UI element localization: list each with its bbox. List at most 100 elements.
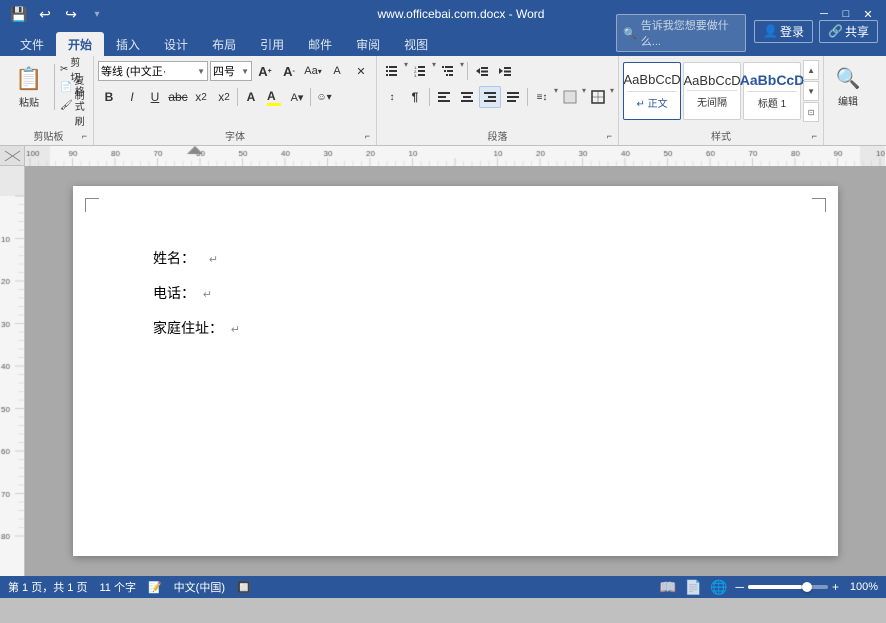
font-color-button[interactable]: A [240, 86, 262, 108]
style-normal[interactable]: AaBbCcD ↵ 正文 [623, 62, 681, 120]
line-spacing-dropdown-icon[interactable]: ▾ [554, 86, 558, 108]
superscript-button[interactable]: x2 [213, 86, 235, 108]
font-expand-icon[interactable]: ⌐ [365, 131, 370, 141]
login-button[interactable]: 👤 登录 [754, 20, 813, 43]
ruler-corner[interactable] [0, 146, 25, 166]
decrease-font-button[interactable]: A- [278, 60, 300, 82]
user-buttons: 👤 登录 🔗 共享 [754, 20, 878, 47]
styles-scroll-up-button[interactable]: ▲ [803, 60, 819, 80]
style-no-spacing[interactable]: AaBbCcD 无间隔 [683, 62, 741, 120]
strikethrough-button[interactable]: abc [167, 86, 189, 108]
document-scroll[interactable]: 姓名： ↵ 电话： ↵ 家庭住址： ↵ [25, 166, 886, 576]
field-phone[interactable]: 电话： ↵ [153, 281, 758, 306]
proofing-icon: 📝 [148, 581, 162, 594]
zoom-slider[interactable] [748, 585, 828, 589]
page-info[interactable]: 第 1 页，共 1 页 [8, 579, 87, 595]
decrease-indent-button[interactable] [471, 60, 493, 82]
tab-view[interactable]: 视图 [392, 32, 440, 56]
tab-layout[interactable]: 布局 [200, 32, 248, 56]
tab-review[interactable]: 审阅 [344, 32, 392, 56]
shading-button[interactable]: A▾ [286, 86, 308, 108]
numbering-button[interactable]: 1.2.3. [409, 60, 431, 82]
tab-home[interactable]: 开始 [56, 32, 104, 56]
zoom-minus-button[interactable]: ─ [735, 580, 744, 594]
tab-mailings[interactable]: 邮件 [296, 32, 344, 56]
style-h1-sep [747, 91, 797, 92]
style-normal-sep [627, 91, 677, 92]
change-case-button[interactable]: Aa▾ [302, 60, 324, 82]
tab-references[interactable]: 引用 [248, 32, 296, 56]
tab-insert[interactable]: 插入 [104, 32, 152, 56]
borders-dropdown-icon[interactable]: ▾ [610, 86, 614, 108]
clipboard-expand-icon[interactable]: ⌐ [82, 131, 87, 141]
web-layout-button[interactable]: 🌐 [710, 579, 727, 596]
clear-format-button[interactable]: ✕ [350, 60, 372, 82]
font-size-selector[interactable]: 四号 ▼ [210, 61, 252, 81]
paragraph-group-body: ▾ 1.2.3. ▾ ▾ [381, 60, 614, 126]
font-color-highlight[interactable]: A [326, 60, 348, 82]
language-info[interactable]: 中文(中国) [174, 579, 225, 595]
redo-icon[interactable]: ↪ [60, 3, 82, 25]
zoom-plus-button[interactable]: + [832, 580, 839, 594]
font-name-selector[interactable]: 等线 (中文正· ▼ [98, 61, 208, 81]
undo-icon[interactable]: ↩ [34, 3, 56, 25]
shading-para-button[interactable] [559, 86, 581, 108]
borders-button[interactable] [587, 86, 609, 108]
styles-expand-button[interactable]: ⊡ [803, 102, 819, 122]
word-count[interactable]: 11 个字 [99, 579, 135, 595]
style-normal-label: ↵ 正文 [636, 95, 667, 110]
italic-button[interactable]: I [121, 86, 143, 108]
save-icon[interactable]: 💾 [8, 3, 30, 25]
editing-button[interactable]: 🔍 编辑 [828, 60, 868, 114]
tab-file[interactable]: 文件 [8, 32, 56, 56]
increase-font-button[interactable]: A+ [254, 60, 276, 82]
subscript-button[interactable]: x2 [190, 86, 212, 108]
styles-scroll-down-button[interactable]: ▼ [803, 81, 819, 101]
align-center-button[interactable] [456, 86, 478, 108]
paste-button[interactable]: 📋 粘贴 [8, 60, 50, 114]
text-highlight-button[interactable]: A [263, 86, 285, 108]
align-left-icon [437, 90, 451, 104]
increase-indent-button[interactable] [494, 60, 516, 82]
zoom-level[interactable]: 100% [843, 581, 878, 593]
bullets-dropdown-icon[interactable]: ▾ [404, 60, 408, 82]
underline-button[interactable]: U [144, 86, 166, 108]
person-icon: 👤 [763, 24, 778, 38]
align-left-button[interactable] [433, 86, 455, 108]
shading-dropdown-icon[interactable]: ▾ [582, 86, 586, 108]
quick-access-more-icon[interactable]: ▾ [86, 3, 108, 25]
share-button[interactable]: 🔗 共享 [819, 20, 878, 43]
line-spacing-button[interactable]: ≡↕ [531, 86, 553, 108]
sort-button[interactable]: ↕ [381, 86, 403, 108]
field-address[interactable]: 家庭住址： ↵ [153, 316, 758, 341]
multilevel-list-button[interactable] [437, 60, 459, 82]
editing-footer-label [828, 132, 870, 143]
read-mode-button[interactable]: 📖 [659, 579, 676, 596]
bullets-button[interactable] [381, 60, 403, 82]
tab-design[interactable]: 设计 [152, 32, 200, 56]
search-box[interactable]: 🔍 告诉我您想要做什么... [616, 14, 746, 52]
document-page[interactable]: 姓名： ↵ 电话： ↵ 家庭住址： ↵ [73, 186, 838, 556]
paragraph-expand-icon[interactable]: ⌐ [607, 131, 612, 141]
text-highlight-icon: A [267, 89, 281, 106]
zoom-thumb[interactable] [802, 582, 812, 592]
field-name[interactable]: 姓名： ↵ [153, 246, 758, 271]
styles-expand-icon[interactable]: ⌐ [812, 131, 817, 141]
format-painter-button[interactable]: 🖌 格式刷 [59, 97, 89, 114]
clear-format-icon: ✕ [356, 65, 365, 78]
border-button[interactable]: ☺▾ [313, 86, 335, 108]
paste-label: 粘贴 [19, 94, 39, 109]
zoom-controls: ─ + 100% [735, 580, 878, 594]
style-h1[interactable]: AaBbCcD 标题 1 [743, 62, 801, 120]
page-content[interactable]: 姓名： ↵ 电话： ↵ 家庭住址： ↵ [153, 246, 758, 342]
show-marks-button[interactable]: ¶ [404, 86, 426, 108]
justify-button[interactable] [502, 86, 524, 108]
borders-icon [591, 90, 605, 104]
phone-return-symbol: ↵ [203, 289, 212, 301]
numbering-dropdown-icon[interactable]: ▾ [432, 60, 436, 82]
styles-footer: 样式 ⌐ [623, 126, 819, 143]
print-layout-button[interactable]: 📄 [685, 579, 702, 596]
multilevel-dropdown-icon[interactable]: ▾ [460, 60, 464, 82]
bold-button[interactable]: B [98, 86, 120, 108]
align-right-button[interactable] [479, 86, 501, 108]
